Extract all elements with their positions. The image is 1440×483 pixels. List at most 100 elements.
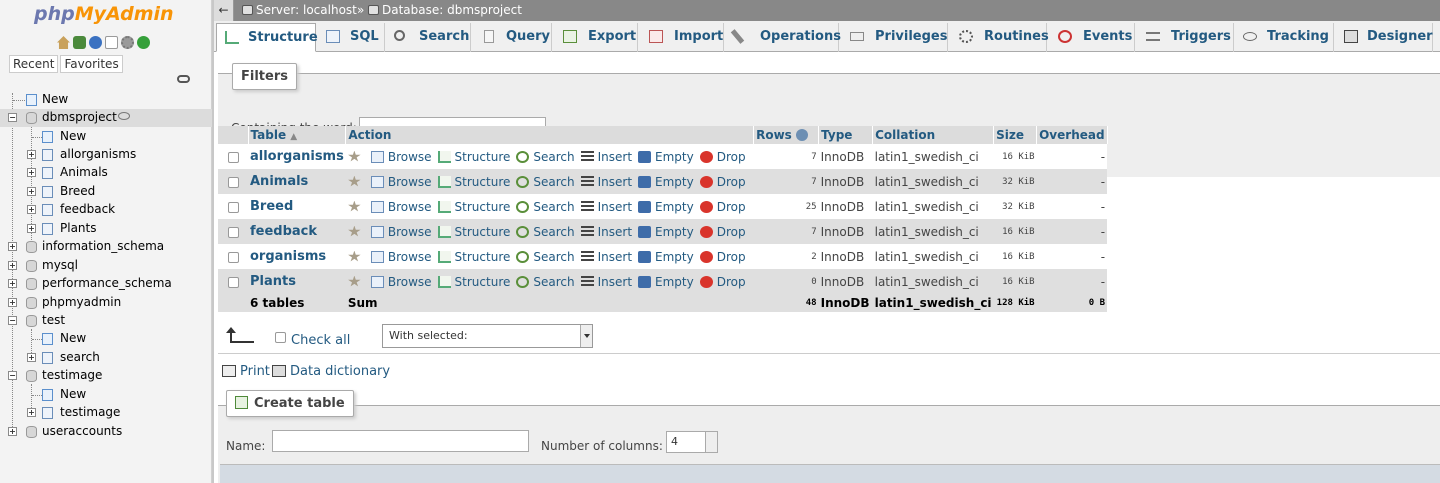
table-name[interactable]: Plants <box>250 274 296 289</box>
table-row[interactable]: Plants Browse Structure Search Insert Empty Dr… <box>218 269 1108 294</box>
header-rows[interactable]: Rows <box>753 126 820 144</box>
spinner-arrows-icon[interactable] <box>705 432 717 452</box>
browse-action[interactable]: Browse <box>370 225 432 239</box>
tab-events[interactable]: Events <box>1048 23 1135 52</box>
tree-item-phpmyadmin[interactable]: + phpmyadmin <box>0 294 212 312</box>
table-name-cell[interactable]: allorganisms <box>248 144 346 169</box>
favorites-tab[interactable]: Favorites <box>60 55 123 73</box>
expand-icon[interactable]: + <box>27 168 36 177</box>
expand-icon[interactable]: + <box>8 242 17 251</box>
help-icon[interactable] <box>796 129 809 141</box>
eye-icon[interactable] <box>118 112 130 120</box>
browse-action[interactable]: Browse <box>370 275 432 289</box>
tab-operations[interactable]: Operations <box>725 23 841 52</box>
size-cell[interactable]: 16 KiB <box>993 269 1037 294</box>
table-row[interactable]: allorganisms Browse Structure Search Insert E… <box>218 144 1108 169</box>
row-checkbox[interactable] <box>227 201 239 213</box>
expand-icon[interactable]: + <box>27 150 36 159</box>
table-name-cell[interactable]: Animals <box>248 169 346 194</box>
tree-item-test-new[interactable]: New <box>0 330 212 348</box>
expand-icon[interactable]: + <box>27 187 36 196</box>
settings-icon[interactable] <box>121 36 134 49</box>
tab-routines[interactable]: Routines <box>949 23 1049 52</box>
expand-icon[interactable]: + <box>27 408 36 417</box>
expand-icon[interactable]: + <box>27 224 36 233</box>
columns-number-input[interactable]: 4 <box>666 431 718 453</box>
table-name-cell[interactable]: Plants <box>248 269 346 294</box>
browse-action[interactable]: Browse <box>370 250 432 264</box>
tree-item-table[interactable]: + allorganisms <box>0 146 212 164</box>
tab-sql[interactable]: SQL <box>317 23 385 52</box>
table-name[interactable]: Animals <box>250 174 308 189</box>
structure-action[interactable]: Structure <box>437 275 510 289</box>
expand-icon[interactable]: + <box>8 427 17 436</box>
link-with-main-icon[interactable] <box>177 75 190 83</box>
search-action[interactable]: Search <box>516 200 575 214</box>
back-arrow-icon[interactable]: ← <box>214 0 234 21</box>
tab-search[interactable]: Search <box>386 23 471 52</box>
favorite-star-icon[interactable] <box>348 275 365 289</box>
structure-action[interactable]: Structure <box>437 200 510 214</box>
table-row[interactable]: feedback Browse Structure Search Insert Empty… <box>218 219 1108 244</box>
tab-tracking[interactable]: Tracking <box>1235 23 1334 52</box>
collapse-icon[interactable]: − <box>8 371 17 380</box>
tree-item-testimage[interactable]: − testimage <box>0 367 212 385</box>
browse-action[interactable]: Browse <box>370 175 432 189</box>
search-action[interactable]: Search <box>516 225 575 239</box>
insert-action[interactable]: Insert <box>580 175 632 189</box>
tree-item-information-schema[interactable]: + information_schema <box>0 238 212 256</box>
expand-icon[interactable]: + <box>8 298 17 307</box>
tree-item-dbmsproject[interactable]: − dbmsproject <box>0 109 212 127</box>
phpmyadmin-logo[interactable]: phpMyAdmin <box>34 3 174 25</box>
tree-item-useraccounts[interactable]: + useraccounts <box>0 423 212 441</box>
size-cell[interactable]: 32 KiB <box>993 169 1037 194</box>
empty-action[interactable]: Empty <box>638 250 694 264</box>
empty-action[interactable]: Empty <box>638 200 694 214</box>
empty-action[interactable]: Empty <box>638 175 694 189</box>
drop-action[interactable]: Drop <box>699 225 746 239</box>
help-icon[interactable] <box>89 36 102 49</box>
table-name[interactable]: allorganisms <box>250 149 344 164</box>
collapse-icon[interactable]: − <box>8 316 17 325</box>
favorite-star-icon[interactable] <box>348 225 365 239</box>
header-table[interactable]: Table ▲ <box>248 126 347 144</box>
size-cell[interactable]: 16 KiB <box>993 244 1037 269</box>
expand-icon[interactable]: + <box>27 353 36 362</box>
table-row[interactable]: Breed Browse Structure Search Insert Empty Dro… <box>218 194 1108 219</box>
tree-item-performance-schema[interactable]: + performance_schema <box>0 275 212 293</box>
tab-import[interactable]: Import <box>639 23 724 52</box>
table-row[interactable]: Animals Browse Structure Search Insert Empty D… <box>218 169 1108 194</box>
check-all-checkbox[interactable] <box>275 332 286 343</box>
table-name[interactable]: organisms <box>250 249 326 264</box>
favorite-star-icon[interactable] <box>348 150 365 164</box>
tree-item-mysql[interactable]: + mysql <box>0 257 212 275</box>
table-name-input[interactable] <box>272 430 529 452</box>
structure-action[interactable]: Structure <box>437 150 510 164</box>
tree-item-test-search[interactable]: + search <box>0 349 212 367</box>
size-cell[interactable]: 32 KiB <box>993 194 1037 219</box>
drop-action[interactable]: Drop <box>699 275 746 289</box>
tab-privileges[interactable]: Privileges <box>840 23 948 52</box>
browse-action[interactable]: Browse <box>370 150 432 164</box>
tree-item-table[interactable]: + feedback <box>0 201 212 219</box>
with-selected-select[interactable]: With selected: <box>382 324 593 348</box>
expand-icon[interactable]: + <box>8 261 17 270</box>
favorite-star-icon[interactable] <box>348 200 365 214</box>
tab-query[interactable]: Query <box>472 23 552 52</box>
tree-item-test[interactable]: − test <box>0 312 212 330</box>
tree-item-testimage-new[interactable]: New <box>0 386 212 404</box>
size-cell[interactable]: 16 KiB <box>993 219 1037 244</box>
row-checkbox[interactable] <box>227 251 239 263</box>
row-checkbox[interactable] <box>227 151 239 163</box>
structure-action[interactable]: Structure <box>437 175 510 189</box>
tree-item-testimage-table[interactable]: + testimage <box>0 404 212 422</box>
row-checkbox[interactable] <box>227 276 239 288</box>
favorite-star-icon[interactable] <box>348 250 365 264</box>
reload-icon[interactable] <box>137 36 150 49</box>
drop-action[interactable]: Drop <box>699 200 746 214</box>
empty-action[interactable]: Empty <box>638 275 694 289</box>
drop-action[interactable]: Drop <box>699 150 746 164</box>
table-name-cell[interactable]: feedback <box>248 219 346 244</box>
row-checkbox[interactable] <box>227 176 239 188</box>
home-icon[interactable] <box>57 36 70 49</box>
